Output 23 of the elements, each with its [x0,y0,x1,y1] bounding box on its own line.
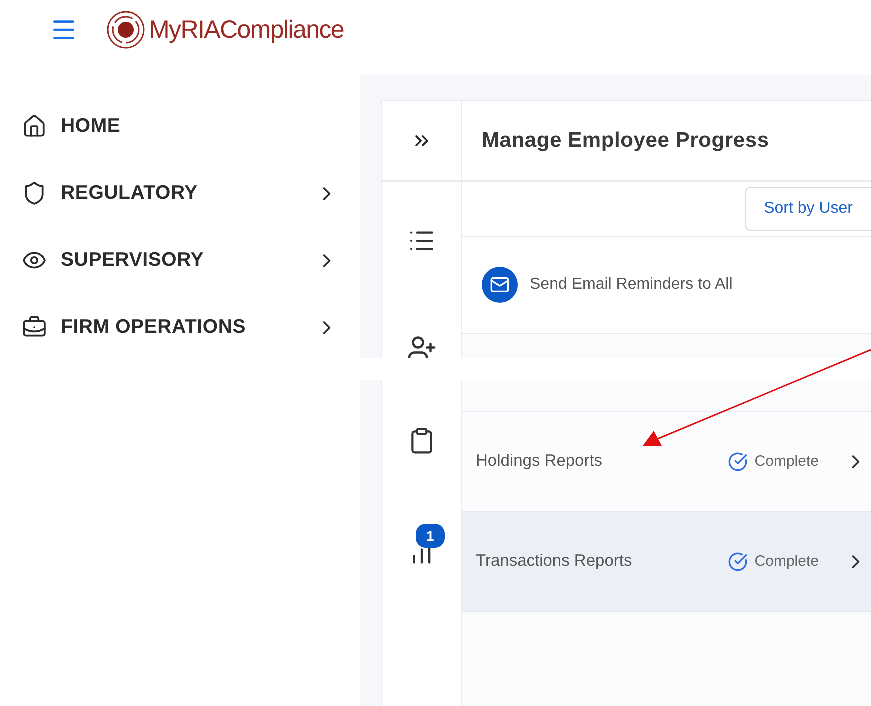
mail-icon [490,275,510,295]
sidebar-item[interactable]: HOME [0,93,360,160]
nav-icon [22,114,47,139]
report-name: Transactions Reports [476,552,634,571]
nav-icon [22,315,47,340]
sidebar-item[interactable]: SUPERVISORY [0,227,360,294]
nav-icon [22,181,47,206]
email-reminder-link[interactable]: Send Email Reminders to All [530,276,733,294]
status-text: Complete [754,553,819,570]
logo-icon [106,10,146,50]
brand-name: MyRIACompliance [149,16,344,44]
report-row[interactable]: Transactions Reports Complete [462,512,871,612]
sidebar-item[interactable]: FIRM OPERATIONS [0,294,360,361]
notification-badge: 1 [416,524,446,548]
panel-title: Manage Employee Progress [482,128,770,152]
sidebar-item[interactable]: REGULATORY [0,160,360,227]
check-circle-icon [728,452,748,472]
status-text: Complete [754,453,819,470]
sort-button[interactable]: Sort by User [745,187,871,231]
report-name: Holdings Reports [476,452,604,471]
add-user-icon[interactable] [406,334,436,358]
check-circle-icon [728,552,748,572]
email-button[interactable] [482,267,518,303]
